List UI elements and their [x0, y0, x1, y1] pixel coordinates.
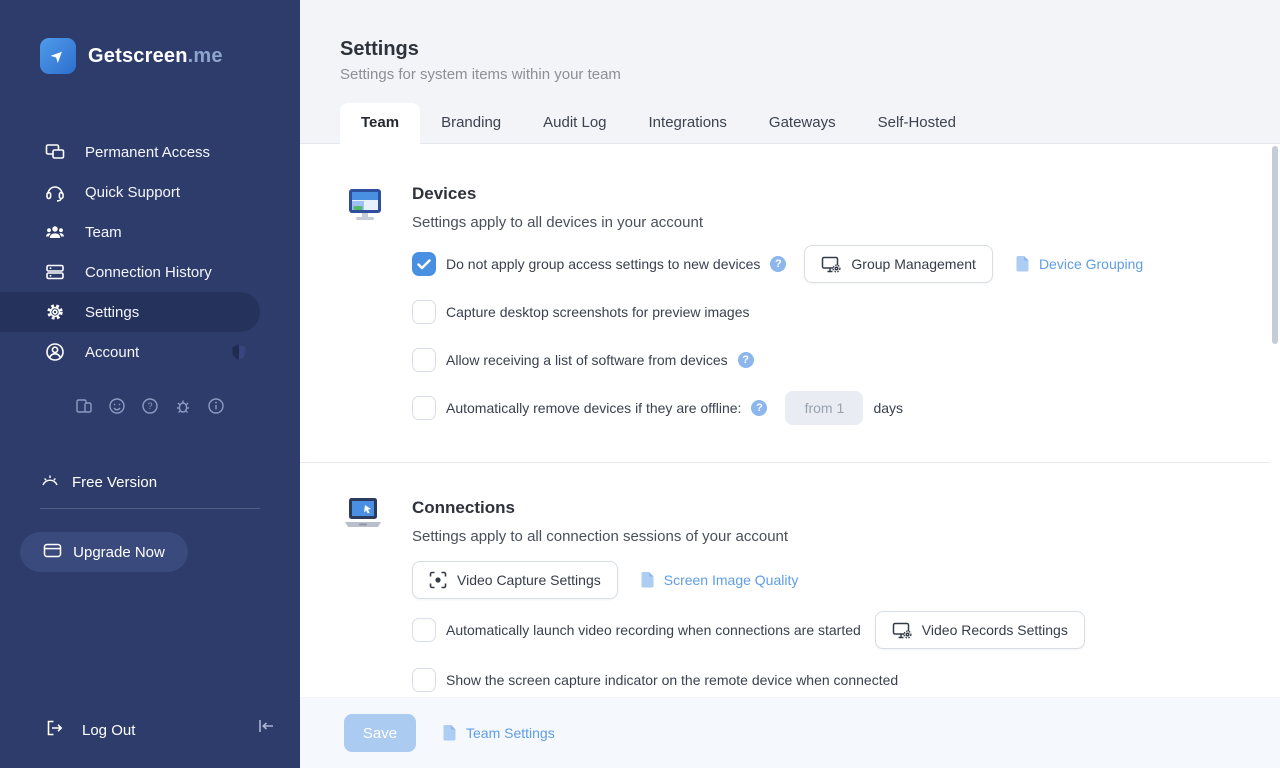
- help-icon[interactable]: ?: [751, 400, 768, 416]
- sidebar-item-permanent-access[interactable]: Permanent Access: [0, 132, 300, 172]
- checkbox-capture-screenshots[interactable]: [412, 300, 436, 324]
- team-settings-link[interactable]: Team Settings: [442, 724, 555, 742]
- tab-team[interactable]: Team: [340, 103, 421, 144]
- save-button[interactable]: Save: [344, 714, 416, 752]
- sidebar-item-label: Account: [85, 343, 140, 361]
- sidebar-item-team[interactable]: Team: [0, 212, 300, 252]
- page-title: Settings: [340, 38, 419, 60]
- history-icon: [44, 261, 66, 283]
- sidebar-item-account[interactable]: Account: [0, 332, 300, 372]
- logo[interactable]: ➤ Getscreen.me: [40, 38, 223, 74]
- devices-section-subtitle: Settings apply to all devices in your ac…: [412, 214, 703, 231]
- video-capture-settings-button[interactable]: Video Capture Settings: [412, 561, 618, 599]
- logout-label: Log Out: [82, 721, 136, 739]
- checkbox-capture-indicator[interactable]: [412, 668, 436, 692]
- bug-icon[interactable]: [173, 396, 193, 416]
- tab-integrations[interactable]: Integrations: [628, 103, 748, 143]
- setting-row: Do not apply group access settings to ne…: [412, 245, 1143, 283]
- setting-row: Automatically remove devices if they are…: [412, 389, 903, 427]
- tab-gateways[interactable]: Gateways: [748, 103, 857, 143]
- monitors-icon: [44, 141, 66, 163]
- svg-text:?: ?: [147, 401, 152, 411]
- meter-icon: [40, 472, 60, 492]
- section-divider: [300, 462, 1270, 463]
- setting-label: Allow receiving a list of software from …: [446, 352, 728, 368]
- app-window: ➤ Getscreen.me Permanent Access Quick Su…: [0, 0, 1280, 768]
- setting-row: Capture desktop screenshots for preview …: [412, 293, 749, 331]
- logout-icon: [44, 718, 64, 742]
- tab-branding[interactable]: Branding: [420, 103, 522, 143]
- group-management-button[interactable]: Group Management: [804, 245, 993, 283]
- scrollbar-thumb[interactable]: [1272, 146, 1278, 344]
- document-icon: [641, 572, 654, 588]
- security-shield-icon: [230, 343, 248, 365]
- screen-image-quality-link[interactable]: Screen Image Quality: [640, 571, 798, 589]
- sidebar: ➤ Getscreen.me Permanent Access Quick Su…: [0, 0, 300, 768]
- sidebar-item-connection-history[interactable]: Connection History: [0, 252, 300, 292]
- offline-days-input[interactable]: [785, 391, 864, 425]
- checkbox-software-list[interactable]: [412, 348, 436, 372]
- document-icon: [1016, 256, 1029, 272]
- page-subtitle: Settings for system items within your te…: [340, 66, 621, 83]
- logout-button[interactable]: Log Out: [44, 718, 135, 742]
- logo-text: Getscreen.me: [88, 44, 223, 67]
- sidebar-item-label: Permanent Access: [85, 143, 211, 161]
- sidebar-item-settings[interactable]: Settings: [0, 292, 260, 332]
- help-icon[interactable]: ?: [737, 352, 754, 368]
- account-icon: [44, 341, 66, 363]
- checkbox-auto-video-recording[interactable]: [412, 618, 436, 642]
- document-icon: [443, 725, 456, 741]
- setting-label: Show the screen capture indicator on the…: [446, 672, 899, 688]
- team-icon: [44, 221, 66, 243]
- setting-label: Capture desktop screenshots for preview …: [446, 304, 750, 320]
- setting-row: Allow receiving a list of software from …: [412, 341, 754, 379]
- connections-section-title: Connections: [412, 498, 515, 517]
- tab-self-hosted[interactable]: Self-Hosted: [857, 103, 977, 143]
- devices-icon[interactable]: [74, 396, 94, 416]
- devices-section-title: Devices: [412, 184, 477, 203]
- setting-row: Automatically launch video recording whe…: [412, 611, 1085, 649]
- days-suffix: days: [873, 400, 904, 416]
- device-grouping-link[interactable]: Device Grouping: [1015, 255, 1143, 273]
- footer-bar: Save Team Settings: [300, 698, 1280, 768]
- setting-row: Show the screen capture indicator on the…: [412, 661, 898, 699]
- help-icon[interactable]: ?: [770, 256, 787, 272]
- video-records-settings-button[interactable]: Video Records Settings: [874, 611, 1085, 649]
- credit-card-icon: [43, 543, 62, 562]
- setting-label: Do not apply group access settings to ne…: [446, 256, 761, 272]
- tab-bar: Team Branding Audit Log Integrations Gat…: [340, 103, 977, 144]
- checkbox-no-group-access[interactable]: [412, 252, 436, 276]
- plan-label: Free Version: [72, 473, 158, 491]
- user-face-icon[interactable]: [107, 396, 127, 416]
- help-icon[interactable]: ?: [140, 396, 160, 416]
- connections-buttons-row: Video Capture Settings Screen Image Qual…: [412, 561, 798, 599]
- collapse-sidebar-icon[interactable]: [256, 717, 276, 740]
- setting-label: Automatically remove devices if they are…: [446, 400, 742, 416]
- logo-arrow-icon: ➤: [40, 38, 76, 74]
- tab-audit-log[interactable]: Audit Log: [522, 103, 627, 143]
- upgrade-label: Upgrade Now: [73, 543, 165, 561]
- sidebar-item-label: Quick Support: [85, 183, 181, 201]
- gear-icon: [44, 301, 66, 323]
- checkbox-auto-remove-devices[interactable]: [412, 396, 436, 420]
- plan-indicator: Free Version: [40, 472, 260, 509]
- setting-label: Automatically launch video recording whe…: [446, 622, 861, 638]
- connections-section-icon: [340, 494, 386, 540]
- connections-section-subtitle: Settings apply to all connection session…: [412, 528, 789, 545]
- sidebar-item-label: Connection History: [85, 263, 212, 281]
- devices-section-icon: [342, 182, 388, 228]
- upgrade-now-button[interactable]: Upgrade Now: [20, 532, 188, 572]
- sidebar-item-label: Team: [85, 223, 122, 241]
- sidebar-nav: Permanent Access Quick Support Team Conn…: [0, 132, 300, 372]
- headset-icon: [44, 181, 66, 203]
- sidebar-utility-icons: ?: [74, 396, 226, 416]
- sidebar-item-label: Settings: [85, 303, 140, 321]
- info-icon[interactable]: [206, 396, 226, 416]
- sidebar-item-quick-support[interactable]: Quick Support: [0, 172, 300, 212]
